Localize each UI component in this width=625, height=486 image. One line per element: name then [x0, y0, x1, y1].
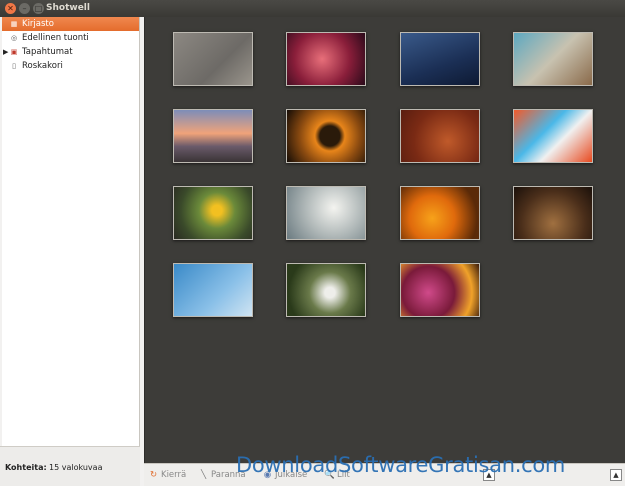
sidebar-item-events[interactable]: ▶ ▣ Tapahtumat [2, 45, 139, 59]
maximize-button[interactable]: □ [33, 3, 44, 14]
expander-arrow-icon[interactable]: ▶ [3, 45, 8, 59]
photo-graffiti[interactable] [513, 109, 593, 163]
window-title: Shotwell [46, 3, 90, 13]
rotate-icon: ↻ [149, 470, 158, 480]
window-controls: ✕ – □ [5, 3, 44, 14]
photo-rope[interactable] [513, 32, 593, 86]
enhance-icon: ╲ [200, 470, 207, 480]
rotate-button[interactable]: ↻ Kierrä [148, 468, 186, 482]
title-bar: ✕ – □ Shotwell [0, 0, 625, 17]
photo-birds-sky[interactable] [173, 263, 253, 317]
photo-ubuntu-wallpaper[interactable] [286, 32, 366, 86]
item-count-label: Kohteita: [5, 463, 47, 472]
photo-speaker[interactable] [286, 109, 366, 163]
sidebar-item-label: Roskakori [22, 61, 63, 71]
watermark-text: DownloadSoftwareGratisan.com [236, 453, 566, 477]
photo-lizard[interactable] [400, 109, 480, 163]
photo-clock[interactable] [286, 186, 366, 240]
events-icon: ▣ [10, 48, 18, 56]
sidebar-item-label: Tapahtumat [22, 47, 73, 57]
photo-dry-grass[interactable] [173, 32, 253, 86]
close-button[interactable]: ✕ [5, 3, 16, 14]
photo-sunset-city[interactable] [173, 109, 253, 163]
photo-grid [144, 17, 625, 463]
status-bar: Kohteita: 15 valokuvaa [0, 446, 140, 486]
sidebar-item-last-import[interactable]: ◎ Edellinen tuonti [2, 31, 139, 45]
import-icon: ◎ [10, 34, 18, 42]
photo-purple-flower[interactable] [400, 263, 480, 317]
sidebar-item-label: Edellinen tuonti [22, 33, 89, 43]
sidebar: ▦ Kirjasto ◎ Edellinen tuonti ▶ ▣ Tapaht… [2, 17, 140, 446]
minimize-button[interactable]: – [19, 3, 30, 14]
trash-icon: ▯ [12, 62, 16, 70]
sidebar-item-trash[interactable]: ▯ Roskakori [2, 59, 139, 73]
sidebar-item-label: Kirjasto [22, 19, 54, 29]
item-count-value: 15 valokuvaa [49, 463, 103, 472]
zoom-in-icon[interactable]: ▲ [610, 469, 622, 481]
photo-yellow-flower[interactable] [173, 186, 253, 240]
library-icon: ▦ [10, 20, 18, 28]
photo-wooden-room[interactable] [513, 186, 593, 240]
photo-white-flower[interactable] [286, 263, 366, 317]
sidebar-item-library[interactable]: ▦ Kirjasto [2, 17, 139, 31]
photo-blue-tiles[interactable] [400, 32, 480, 86]
photo-orange-flower[interactable] [400, 186, 480, 240]
